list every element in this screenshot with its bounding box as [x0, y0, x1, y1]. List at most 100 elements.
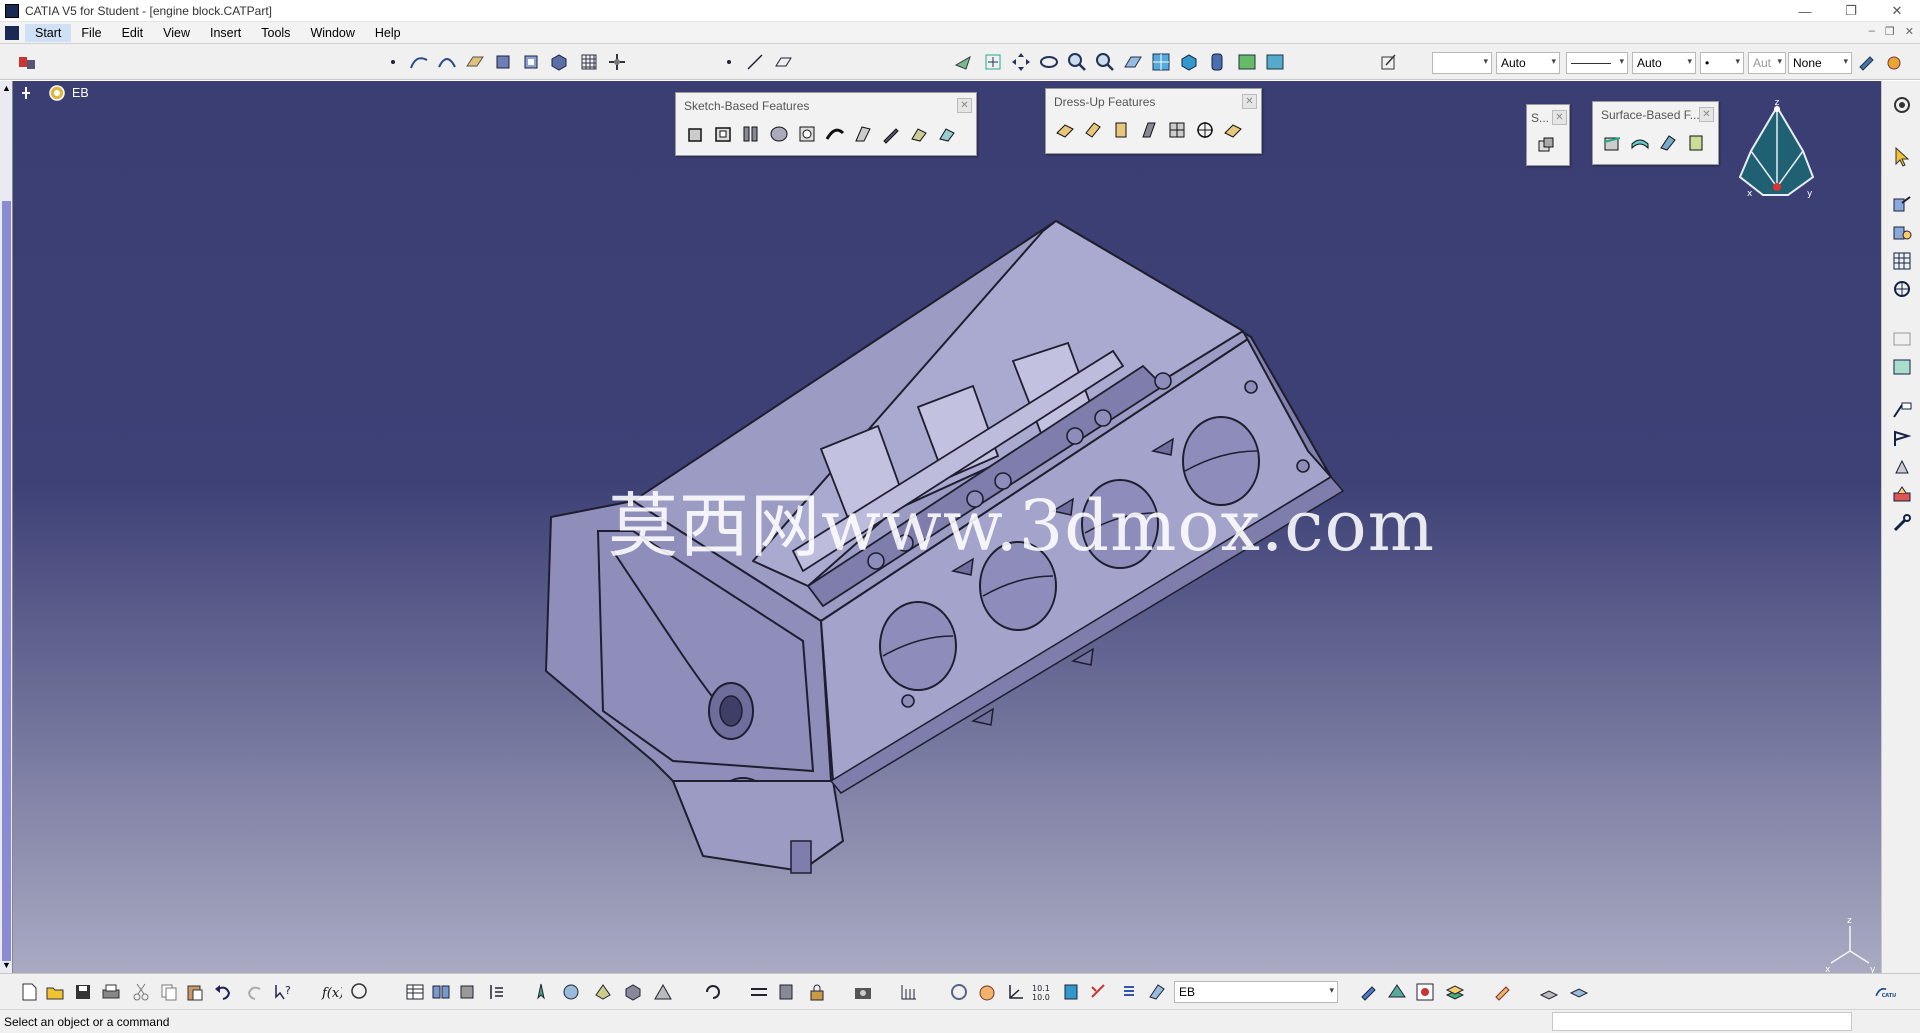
color-combo[interactable]: ▾	[1432, 52, 1492, 74]
mdi-close-button[interactable]: ✕	[1905, 25, 1914, 38]
swap-visible-icon[interactable]	[1264, 51, 1286, 73]
measure-icon[interactable]	[1890, 327, 1914, 351]
reorder-icon[interactable]	[776, 981, 798, 1003]
draft-icon[interactable]	[1110, 119, 1132, 141]
render-icon[interactable]	[1890, 483, 1914, 507]
dress-up-features-panel[interactable]: Dress-Up Features ✕	[1045, 88, 1262, 154]
restore-button[interactable]: ❐	[1828, 0, 1874, 22]
painter-icon[interactable]	[1856, 51, 1878, 73]
axis-system-icon[interactable]	[1890, 277, 1914, 301]
loft-feature-icon[interactable]	[908, 123, 930, 145]
document-icon[interactable]	[5, 25, 19, 40]
fit-all-icon[interactable]	[982, 51, 1004, 73]
numeric-icon[interactable]: 10.1 10.0	[1030, 981, 1052, 1003]
chamfer-icon[interactable]	[1082, 119, 1104, 141]
hole-feature-icon[interactable]	[796, 123, 818, 145]
point-tool-icon[interactable]	[718, 51, 740, 73]
scan-icon[interactable]	[486, 981, 508, 1003]
sketcher-icon[interactable]	[1890, 193, 1914, 217]
copy-icon[interactable]	[158, 981, 180, 1003]
explode-icon[interactable]	[622, 981, 644, 1003]
open-file-icon[interactable]	[44, 981, 66, 1003]
pattern-icon[interactable]	[1890, 249, 1914, 273]
close-surface-icon[interactable]	[1657, 132, 1679, 154]
settings-gear-icon[interactable]	[1890, 93, 1914, 117]
publish-icon[interactable]	[1538, 981, 1560, 1003]
menu-tools[interactable]: Tools	[251, 24, 300, 42]
update-icon[interactable]	[702, 981, 724, 1003]
workbench-icon[interactable]	[16, 51, 38, 73]
grid-icon[interactable]	[578, 51, 600, 73]
analyze-icon[interactable]	[1414, 981, 1436, 1003]
surface-based-features-panel[interactable]: Surface-Based F... ✕	[1592, 101, 1719, 165]
remove-face-icon[interactable]	[1222, 119, 1244, 141]
sew-surface-icon[interactable]	[1685, 132, 1707, 154]
pocket-icon[interactable]	[520, 51, 542, 73]
boolean-icon[interactable]	[1535, 135, 1557, 157]
pad-icon[interactable]	[492, 51, 514, 73]
scroll-down-arrow[interactable]: ▼	[1, 960, 12, 971]
line-weight-combo[interactable]: Auto ▾	[1496, 52, 1560, 74]
menu-window[interactable]: Window	[300, 24, 364, 42]
mdi-restore-button[interactable]: ❐	[1885, 25, 1895, 38]
compass[interactable]: z x y	[1738, 98, 1815, 199]
flag-note-icon[interactable]	[1890, 427, 1914, 451]
define-work-object-icon[interactable]	[1146, 981, 1168, 1003]
close-icon[interactable]: ✕	[957, 98, 972, 113]
swap-icon[interactable]	[748, 981, 770, 1003]
rendering-style-combo[interactable]: None ▾	[1788, 52, 1852, 74]
current-body-combo[interactable]: EB ▾	[1174, 981, 1338, 1003]
split-icon[interactable]	[1601, 132, 1623, 154]
cut-section-icon[interactable]	[1060, 981, 1082, 1003]
print-icon[interactable]	[100, 981, 122, 1003]
paste-icon[interactable]	[184, 981, 206, 1003]
hybrid-design-icon[interactable]	[1386, 981, 1408, 1003]
analysis-icon[interactable]	[1890, 355, 1914, 379]
pan-icon[interactable]	[1010, 51, 1032, 73]
layers-icon[interactable]	[1444, 981, 1466, 1003]
tree-scrollbar[interactable]: ▲ ▼	[0, 81, 13, 973]
zoom-out-icon[interactable]	[1094, 51, 1116, 73]
catalog-icon[interactable]	[430, 981, 452, 1003]
positioned-sketch-icon[interactable]	[1890, 221, 1914, 245]
stack-icon[interactable]	[1118, 981, 1140, 1003]
edge-fillet-icon[interactable]	[1054, 119, 1076, 141]
stiffener-feature-icon[interactable]	[880, 123, 902, 145]
workbench-switch-icon[interactable]	[1568, 981, 1590, 1003]
plane-tool-icon[interactable]	[772, 51, 794, 73]
point-icon[interactable]	[382, 51, 404, 73]
cut-icon[interactable]	[130, 981, 152, 1003]
slot-feature-icon[interactable]	[852, 123, 874, 145]
thickness-combo[interactable]: Auto ▾	[1632, 52, 1696, 74]
scroll-thumb[interactable]	[2, 201, 11, 961]
capture-camera-icon[interactable]	[852, 981, 874, 1003]
menu-insert[interactable]: Insert	[200, 24, 251, 42]
groove-feature-icon[interactable]	[768, 123, 790, 145]
menu-help[interactable]: Help	[365, 24, 411, 42]
multi-view-icon[interactable]	[1150, 51, 1172, 73]
menu-start[interactable]: Start	[25, 23, 72, 42]
thickness-icon[interactable]	[1166, 119, 1188, 141]
command-input[interactable]	[1552, 1012, 1852, 1031]
formula-icon[interactable]: f(x)	[320, 981, 344, 1003]
hide-show-icon[interactable]	[1236, 51, 1258, 73]
close-icon[interactable]: ✕	[1699, 107, 1714, 122]
part-gear-icon[interactable]	[46, 82, 68, 104]
instantiate-icon[interactable]	[456, 981, 478, 1003]
spline-icon[interactable]	[408, 51, 430, 73]
graphic-properties-icon[interactable]	[1378, 51, 1400, 73]
tree-root-label[interactable]: EB	[72, 86, 89, 100]
shell-icon[interactable]	[1138, 119, 1160, 141]
table-icon[interactable]	[404, 981, 426, 1003]
rotate-icon[interactable]	[1038, 51, 1060, 73]
zoom-in-icon[interactable]	[1066, 51, 1088, 73]
snap-icon[interactable]	[560, 981, 582, 1003]
clash-icon[interactable]	[652, 981, 674, 1003]
apply-material-icon[interactable]	[1890, 455, 1914, 479]
body-icon[interactable]	[548, 51, 570, 73]
shading-icon[interactable]	[1206, 51, 1228, 73]
compass-tool-icon[interactable]	[530, 981, 552, 1003]
close-icon[interactable]: ✕	[1242, 94, 1257, 109]
plane-icon[interactable]	[464, 51, 486, 73]
close-icon[interactable]: ✕	[1552, 110, 1567, 125]
